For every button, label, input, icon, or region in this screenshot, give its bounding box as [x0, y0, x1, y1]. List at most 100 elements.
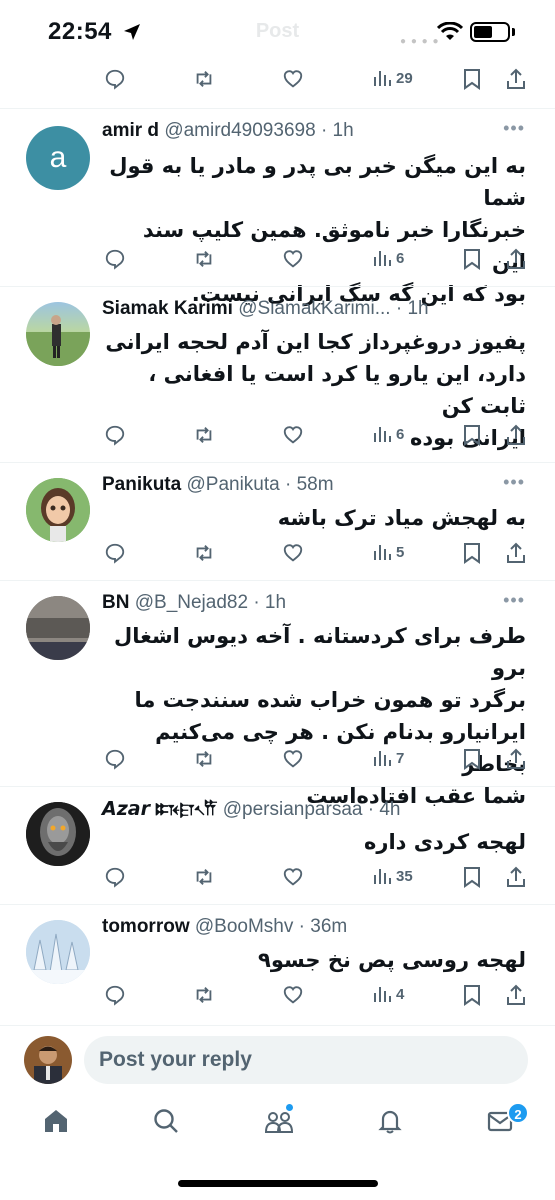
- handle[interactable]: @persianparsaa: [223, 799, 363, 820]
- display-name[interactable]: Siamak Karimi: [102, 298, 233, 319]
- repost-button[interactable]: [192, 866, 216, 888]
- tweet[interactable]: Siamak Karimi @SiamakKarimi... · 1h پفیو…: [0, 288, 555, 462]
- battery-icon: [470, 22, 510, 42]
- repost-icon: [196, 751, 212, 767]
- like-button[interactable]: [282, 866, 304, 888]
- like-button[interactable]: [282, 248, 304, 270]
- like-button[interactable]: [282, 984, 304, 1006]
- tweet-text-line: برگرد تو همون خراب شده سنندجت ما: [134, 688, 526, 712]
- views-button[interactable]: 6: [372, 248, 404, 268]
- handle[interactable]: @B_Nejad82: [135, 592, 248, 613]
- tweet-header: amir d @amird49093698 · 1h: [102, 120, 354, 142]
- reply-icon: [105, 749, 125, 770]
- views-button[interactable]: 6: [372, 424, 404, 444]
- handle[interactable]: @Panikuta: [186, 474, 279, 495]
- bookmark-button[interactable]: [462, 248, 482, 270]
- views-count: 35: [396, 867, 413, 885]
- repost-icon: [196, 987, 212, 1003]
- handle[interactable]: @BooMshv: [195, 916, 294, 937]
- more-options-icon[interactable]: •••: [503, 472, 525, 493]
- tweet-header: Panikuta @Panikuta · 58m: [102, 474, 334, 496]
- reply-button[interactable]: [104, 248, 126, 270]
- timestamp: · 58m: [285, 474, 334, 495]
- tweet[interactable]: tomorrow @BooMshv · 36m لهجه روسی پص نخ …: [0, 906, 555, 1022]
- heart-icon: [283, 426, 303, 444]
- reply-button[interactable]: [104, 748, 126, 770]
- bookmark-button[interactable]: [462, 424, 482, 446]
- more-options-icon[interactable]: •••: [503, 590, 525, 611]
- more-options-icon[interactable]: •••: [503, 118, 525, 139]
- repost-button[interactable]: [192, 68, 216, 90]
- handle[interactable]: @SiamakKarimi...: [238, 298, 390, 319]
- tweet-text-line: به این میگن خبر بی پدر و مادر یا به قول …: [109, 154, 526, 210]
- avatar[interactable]: [26, 302, 90, 366]
- repost-icon: [196, 869, 212, 885]
- bookmark-button[interactable]: [462, 542, 482, 564]
- heart-icon: [283, 544, 303, 562]
- like-button[interactable]: [282, 748, 304, 770]
- bookmark-button[interactable]: [462, 984, 482, 1006]
- views-button[interactable]: 5: [372, 542, 404, 562]
- heart-icon: [283, 868, 303, 886]
- nav-home[interactable]: [42, 1107, 70, 1140]
- like-button[interactable]: [282, 68, 304, 90]
- tweet[interactable]: Panikuta @Panikuta · 58m ••• به لهجش میا…: [0, 464, 555, 580]
- bookmark-button[interactable]: [462, 68, 482, 90]
- share-button[interactable]: [506, 424, 526, 446]
- repost-icon: [196, 251, 212, 267]
- bookmark-button[interactable]: [462, 866, 482, 888]
- views-button[interactable]: 29: [372, 68, 413, 88]
- share-icon: [507, 866, 525, 887]
- tweet[interactable]: 𝘼𝙯𝙖𝙧 𐏈𐎼𐏐𐎡 @persianparsaa · 4h لهجه کردی …: [0, 788, 555, 904]
- share-button[interactable]: [506, 984, 526, 1006]
- reply-button[interactable]: [104, 424, 126, 446]
- avatar-photo: [24, 1036, 72, 1084]
- share-icon: [507, 984, 525, 1005]
- repost-button[interactable]: [192, 248, 216, 270]
- reply-button[interactable]: [104, 542, 126, 564]
- like-button[interactable]: [282, 542, 304, 564]
- avatar[interactable]: [26, 802, 90, 866]
- tweet[interactable]: a amir d @amird49093698 · 1h ••• به این …: [0, 110, 555, 306]
- reply-input[interactable]: Post your reply: [84, 1036, 528, 1084]
- share-button[interactable]: [506, 542, 526, 564]
- display-name[interactable]: Panikuta: [102, 474, 181, 495]
- analytics-icon: [374, 427, 391, 442]
- display-name[interactable]: BN: [102, 592, 129, 613]
- repost-button[interactable]: [192, 424, 216, 446]
- tweet-text-line: دارد، این یارو یا کرد است یا افغانی ، ثا…: [148, 362, 526, 418]
- reply-button[interactable]: [104, 984, 126, 1006]
- display-name[interactable]: 𝘼𝙯𝙖𝙧 𐏈𐎼𐏐𐎡: [102, 799, 217, 820]
- share-button[interactable]: [506, 248, 526, 270]
- avatar-photo: [26, 920, 90, 984]
- tweet[interactable]: BN @B_Nejad82 · 1h ••• طرف برای کردستانه…: [0, 582, 555, 808]
- avatar[interactable]: [26, 920, 90, 984]
- display-name[interactable]: tomorrow: [102, 916, 190, 937]
- nav-search[interactable]: [152, 1107, 180, 1140]
- handle[interactable]: @amird49093698: [164, 120, 315, 141]
- avatar[interactable]: a: [26, 126, 90, 190]
- views-button[interactable]: 4: [372, 984, 404, 1004]
- display-name[interactable]: amir d: [102, 120, 159, 141]
- reply-button[interactable]: [104, 866, 126, 888]
- share-button[interactable]: [506, 68, 526, 90]
- avatar[interactable]: [26, 596, 90, 660]
- user-avatar[interactable]: [24, 1036, 72, 1084]
- nav-notifications[interactable]: [376, 1107, 404, 1140]
- bookmark-button[interactable]: [462, 748, 482, 770]
- views-count: 6: [396, 249, 405, 267]
- share-button[interactable]: [506, 748, 526, 770]
- views-count: 7: [396, 749, 405, 767]
- repost-button[interactable]: [192, 542, 216, 564]
- repost-button[interactable]: [192, 748, 216, 770]
- views-button[interactable]: 7: [372, 748, 404, 768]
- share-button[interactable]: [506, 866, 526, 888]
- analytics-icon: [374, 545, 391, 560]
- avatar[interactable]: [26, 478, 90, 542]
- bell-icon: [378, 1110, 402, 1134]
- repost-button[interactable]: [192, 984, 216, 1006]
- like-button[interactable]: [282, 424, 304, 446]
- reply-button[interactable]: [104, 68, 126, 90]
- reply-icon: [105, 985, 125, 1006]
- views-button[interactable]: 35: [372, 866, 413, 886]
